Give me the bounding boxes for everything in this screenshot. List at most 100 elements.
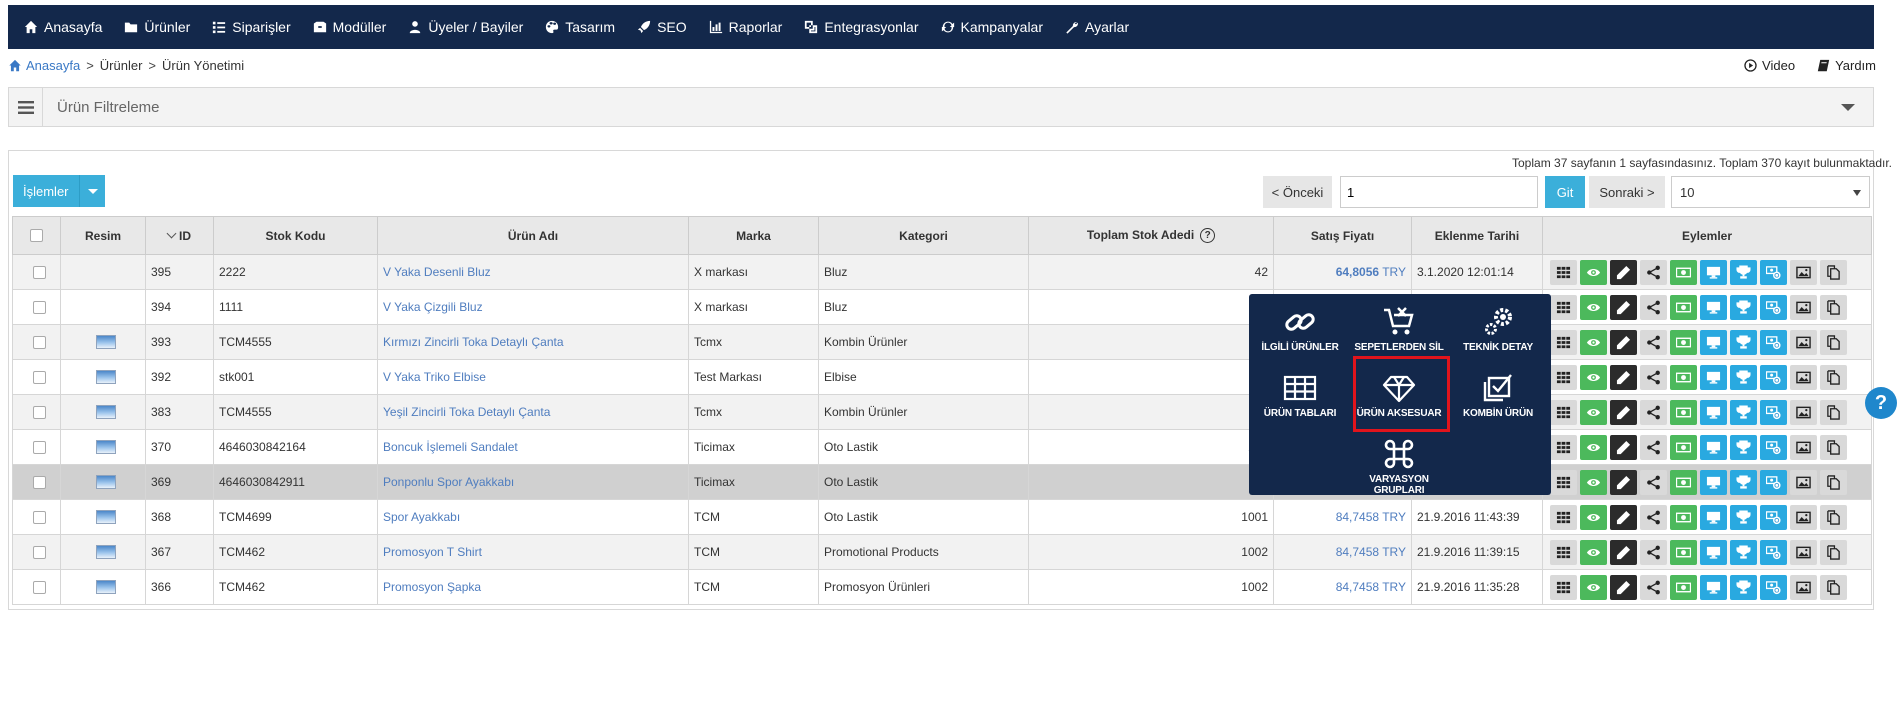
share-action-button[interactable] [1640, 329, 1667, 355]
grid-menu-action-button[interactable] [1550, 259, 1577, 285]
row-checkbox[interactable] [32, 405, 46, 419]
grid-menu-action-button[interactable] [1550, 329, 1577, 355]
row-checkbox[interactable] [32, 580, 46, 594]
row-checkbox[interactable] [32, 335, 46, 349]
money-action-button[interactable] [1670, 434, 1697, 460]
previous-page-button[interactable]: < Önceki [1263, 176, 1332, 208]
pencil-action-button[interactable] [1610, 329, 1637, 355]
coins-action-button[interactable] [1760, 504, 1787, 530]
trophy-action-button[interactable] [1730, 504, 1757, 530]
question-circle-icon[interactable]: ? [1200, 228, 1216, 244]
column-header-date[interactable]: Eklenme Tarihi [1411, 216, 1543, 255]
share-action-button[interactable] [1640, 504, 1667, 530]
copy-action-button[interactable] [1820, 504, 1847, 530]
monitor-action-button[interactable] [1700, 364, 1727, 390]
image-action-button[interactable] [1790, 504, 1817, 530]
grid-menu-action-button[interactable] [1550, 539, 1577, 565]
copy-action-button[interactable] [1820, 399, 1847, 425]
grid-menu-action-button[interactable] [1550, 399, 1577, 425]
share-action-button[interactable] [1640, 259, 1667, 285]
eye-action-button[interactable] [1580, 574, 1607, 600]
money-action-button[interactable] [1670, 574, 1697, 600]
coins-action-button[interactable] [1760, 294, 1787, 320]
chevron-down-icon[interactable] [1841, 104, 1855, 111]
hamburger-menu-icon[interactable] [9, 88, 43, 126]
coins-action-button[interactable] [1760, 259, 1787, 285]
eye-action-button[interactable] [1580, 259, 1607, 285]
pencil-action-button[interactable] [1610, 294, 1637, 320]
product-thumbnail[interactable] [95, 580, 116, 594]
coins-action-button[interactable] [1760, 329, 1787, 355]
share-action-button[interactable] [1640, 294, 1667, 320]
row-checkbox[interactable] [32, 475, 46, 489]
coins-action-button[interactable] [1760, 434, 1787, 460]
grid-menu-action-button[interactable] [1550, 504, 1577, 530]
image-action-button[interactable] [1790, 399, 1817, 425]
coins-action-button[interactable] [1760, 469, 1787, 495]
product-thumbnail[interactable] [95, 370, 116, 384]
nav-item-seo[interactable]: SEO [631, 5, 703, 49]
column-header-sku[interactable]: Stok Kodu [213, 216, 378, 255]
eye-action-button[interactable] [1580, 434, 1607, 460]
coins-action-button[interactable] [1760, 539, 1787, 565]
eye-action-button[interactable] [1580, 469, 1607, 495]
product-name-link[interactable]: Promosyon Şapka [383, 580, 481, 594]
image-action-button[interactable] [1790, 539, 1817, 565]
trophy-action-button[interactable] [1730, 434, 1757, 460]
product-name-link[interactable]: Boncuk İşlemeli Sandalet [383, 440, 518, 454]
trophy-action-button[interactable] [1730, 539, 1757, 565]
column-header-name[interactable]: Ürün Adı [377, 216, 689, 255]
next-page-button[interactable]: Sonraki > [1589, 176, 1665, 208]
nav-item-raporlar[interactable]: Raporlar [703, 5, 799, 49]
money-action-button[interactable] [1670, 539, 1697, 565]
grid-menu-action-button[interactable] [1550, 294, 1577, 320]
pencil-action-button[interactable] [1610, 574, 1637, 600]
image-action-button[interactable] [1790, 574, 1817, 600]
image-action-button[interactable] [1790, 294, 1817, 320]
image-action-button[interactable] [1790, 364, 1817, 390]
trophy-action-button[interactable] [1730, 259, 1757, 285]
image-action-button[interactable] [1790, 259, 1817, 285]
copy-action-button[interactable] [1820, 329, 1847, 355]
trophy-action-button[interactable] [1730, 364, 1757, 390]
product-thumbnail[interactable] [95, 440, 116, 454]
caret-down-icon[interactable] [79, 175, 105, 207]
monitor-action-button[interactable] [1700, 329, 1727, 355]
pencil-action-button[interactable] [1610, 259, 1637, 285]
product-thumbnail[interactable] [95, 475, 116, 489]
video-link[interactable]: Video [1744, 58, 1795, 73]
product-name-link[interactable]: Promosyon T Shirt [383, 545, 482, 559]
eye-action-button[interactable] [1580, 294, 1607, 320]
money-action-button[interactable] [1670, 364, 1697, 390]
trophy-action-button[interactable] [1730, 294, 1757, 320]
image-action-button[interactable] [1790, 434, 1817, 460]
trophy-action-button[interactable] [1730, 574, 1757, 600]
select-all-checkbox[interactable] [30, 229, 43, 242]
product-name-link[interactable]: V Yaka Çizgili Bluz [383, 300, 483, 314]
eye-action-button[interactable] [1580, 329, 1607, 355]
share-action-button[interactable] [1640, 434, 1667, 460]
monitor-action-button[interactable] [1700, 294, 1727, 320]
product-thumbnail[interactable] [95, 545, 116, 559]
product-name-link[interactable]: Spor Ayakkabı [383, 510, 460, 524]
column-header-id[interactable]: ID [145, 216, 214, 255]
product-thumbnail[interactable] [95, 510, 116, 524]
coins-action-button[interactable] [1760, 399, 1787, 425]
nav-item-tasarim[interactable]: Tasarım [539, 5, 631, 49]
row-checkbox[interactable] [32, 545, 46, 559]
grid-menu-action-button[interactable] [1550, 364, 1577, 390]
column-header-image[interactable]: Resim [60, 216, 146, 255]
pencil-action-button[interactable] [1610, 504, 1637, 530]
monitor-action-button[interactable] [1700, 259, 1727, 285]
copy-action-button[interactable] [1820, 294, 1847, 320]
product-name-link[interactable]: Yeşil Zincirli Toka Detaylı Çanta [383, 405, 550, 419]
monitor-action-button[interactable] [1700, 434, 1727, 460]
eye-action-button[interactable] [1580, 364, 1607, 390]
grid-menu-action-button[interactable] [1550, 469, 1577, 495]
column-header-stock[interactable]: Toplam Stok Adedi? [1028, 216, 1274, 255]
money-action-button[interactable] [1670, 329, 1697, 355]
coins-action-button[interactable] [1760, 574, 1787, 600]
copy-action-button[interactable] [1820, 259, 1847, 285]
money-action-button[interactable] [1670, 469, 1697, 495]
breadcrumb-home[interactable]: Anasayfa [8, 58, 80, 73]
